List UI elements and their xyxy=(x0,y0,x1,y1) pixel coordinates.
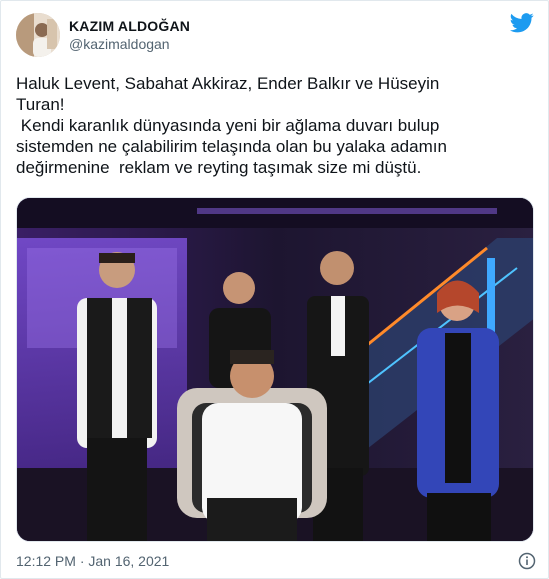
tweet-footer: 12:12 PM · Jan 16, 2021 xyxy=(16,551,536,571)
avatar[interactable] xyxy=(16,13,60,57)
tweet-text: Haluk Levent, Sabahat Akkiraz, Ender Bal… xyxy=(16,74,447,177)
tweet-header: KAZIM ALDOĞAN @kazimaldogan xyxy=(16,13,190,57)
tweet-timestamp[interactable]: 12:12 PM · Jan 16, 2021 xyxy=(16,553,169,569)
tweet-card: KAZIM ALDOĞAN @kazimaldogan Haluk Levent… xyxy=(0,0,549,579)
author-display-name[interactable]: KAZIM ALDOĞAN xyxy=(69,17,190,35)
twitter-bird-icon[interactable] xyxy=(510,13,534,33)
author-names: KAZIM ALDOĞAN @kazimaldogan xyxy=(69,17,190,53)
info-icon[interactable] xyxy=(518,552,536,570)
tweet-photo[interactable] xyxy=(16,197,534,542)
author-handle[interactable]: @kazimaldogan xyxy=(69,35,190,53)
